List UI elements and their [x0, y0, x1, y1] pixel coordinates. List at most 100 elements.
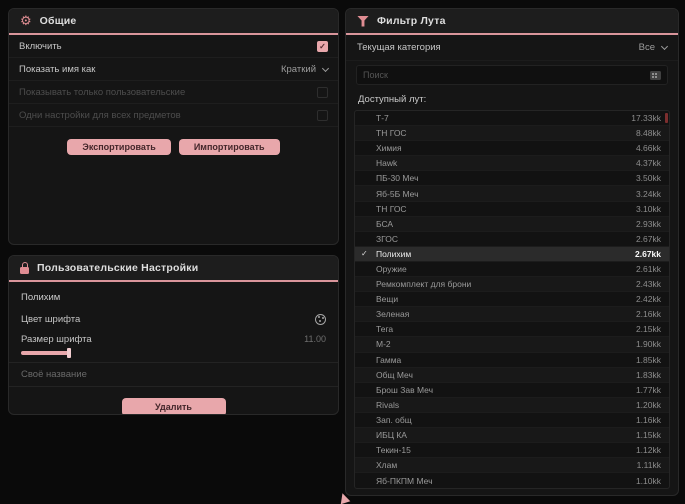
loot-item-row[interactable]: ИБЦ КА 1.15kk	[355, 427, 669, 444]
loot-item-row[interactable]: Текин-15 1.12kk	[355, 443, 669, 459]
loot-item-row[interactable]: ТН ГОС 3.10kk	[355, 202, 669, 217]
font-size-label: Размер шрифта	[21, 333, 92, 345]
loot-item-name: Яб-5Б Меч	[376, 188, 419, 199]
loot-item-name: ИБЦ КА	[376, 430, 407, 441]
setting-row[interactable]: Одни настройки для всех предметов	[9, 104, 338, 127]
export-button[interactable]: Экспортировать	[67, 139, 171, 155]
loot-item-row[interactable]: Вещи 2.42kk	[355, 292, 669, 308]
loot-item-value: 2.93kk	[635, 218, 661, 229]
loot-item-row[interactable]: Хлам 1.11kk	[355, 458, 669, 474]
checkbox[interactable]	[317, 109, 328, 121]
custom-name-input[interactable]	[9, 363, 338, 387]
loot-item-row[interactable]: ТН ГОС 8.48kk	[355, 126, 669, 142]
general-buttons-row: Экспортировать Импортировать	[9, 139, 338, 155]
loot-item-row[interactable]: Яб-ПКПМ Меч 1.10kk	[355, 473, 669, 488]
loot-item-value: 1.16kk	[635, 414, 661, 425]
loot-item-value: 1.12kk	[635, 445, 661, 456]
delete-button[interactable]: Удалить	[121, 398, 226, 414]
setting-label: Показать имя как	[19, 63, 96, 75]
keyboard-icon[interactable]	[650, 70, 661, 80]
loot-item-row[interactable]: Rivals 1.20kk	[355, 397, 669, 413]
import-button[interactable]: Импортировать	[178, 139, 280, 155]
setting-row[interactable]: Показывать только пользовательские	[9, 81, 338, 104]
category-value: Все	[638, 42, 655, 53]
search-input[interactable]	[363, 70, 644, 80]
loot-item-row[interactable]: М-2 1.90kk	[355, 337, 669, 353]
loot-item-value: 1.90kk	[635, 339, 661, 350]
loot-item-value: 2.16kk	[635, 309, 661, 320]
loot-item-name: Rivals	[376, 399, 400, 410]
selected-item-name: Полихим	[21, 292, 61, 303]
loot-item-value: 2.67kk	[635, 248, 661, 259]
loot-item-value: 3.10kk	[635, 203, 661, 214]
loot-item-check-icon: ✓	[361, 249, 368, 259]
setting-row[interactable]: Показать имя как Краткий	[9, 58, 338, 81]
loot-item-value: 4.37kk	[635, 158, 661, 169]
slider-thumb[interactable]	[67, 348, 71, 358]
loot-item-name: Брош Зав Меч	[376, 384, 434, 395]
scrollbar-thumb[interactable]	[665, 113, 668, 123]
setting-label: Показывать только пользовательские	[19, 86, 186, 98]
loot-item-name: БСА	[376, 218, 394, 229]
loot-item-row[interactable]: Оружие 2.61kk	[355, 262, 669, 278]
loot-item-name: Гамма	[376, 354, 402, 365]
loot-item-row[interactable]: Химия 4.66kk	[355, 141, 669, 157]
loot-item-value: 2.42kk	[635, 294, 661, 305]
loot-filter-panel: Фильтр Лута Текущая категория Все Доступ…	[345, 8, 679, 496]
font-size-value: 11.00	[304, 334, 326, 344]
loot-list-label: Доступный лут:	[358, 94, 427, 105]
loot-item-value: 2.61kk	[635, 263, 661, 274]
category-select[interactable]: Все	[638, 42, 669, 53]
select-value: Краткий	[280, 63, 316, 75]
setting-label: Одни настройки для всех предметов	[19, 109, 181, 121]
chevron-down-icon	[660, 42, 669, 51]
loot-panel-header: Фильтр Лута	[346, 9, 678, 35]
loot-item-name: ТН ГОС	[376, 203, 407, 214]
loot-item-value: 1.85kk	[635, 354, 661, 365]
loot-item-row[interactable]: Hawk 4.37kk	[355, 156, 669, 172]
general-settings-panel: ⚙ Общие Включить ✓ Показать имя как Крат…	[8, 8, 339, 245]
setting-row[interactable]: Включить ✓	[9, 35, 338, 58]
loot-item-row[interactable]: ✓ Полихим 2.67kk	[355, 246, 669, 262]
loot-item-name: Т-7	[376, 113, 389, 124]
loot-item-value: 2.67kk	[635, 233, 661, 244]
loot-list: Т-7 17.33kk ТН ГОС 8.48kk Химия 4.66kk H…	[354, 110, 670, 490]
loot-item-row[interactable]: Зап. общ 1.16kk	[355, 413, 669, 428]
loot-panel-title: Фильтр Лута	[377, 15, 446, 27]
loot-item-row[interactable]: ЗГОС 2.67kk	[355, 232, 669, 247]
select[interactable]: Краткий	[280, 63, 330, 75]
loot-item-row[interactable]: Брош Зав Меч 1.77kk	[355, 383, 669, 398]
font-color-row[interactable]: Цвет шрифта	[9, 309, 338, 329]
checkbox[interactable]: ✓	[317, 40, 328, 52]
loot-item-name: ЗГОС	[376, 233, 399, 244]
loot-item-row[interactable]: Т-7 17.33kk	[355, 111, 669, 127]
loot-item-name: Зеленая	[376, 309, 410, 320]
loot-item-name: Химия	[376, 143, 402, 154]
loot-item-value: 8.48kk	[635, 128, 661, 139]
loot-item-row[interactable]: Зеленая 2.16kk	[355, 307, 669, 323]
loot-item-name: Тега	[376, 324, 394, 335]
loot-item-row[interactable]: ПБ-30 Меч 3.50kk	[355, 171, 669, 187]
loot-item-row[interactable]: Тега 2.15kk	[355, 322, 669, 338]
palette-icon[interactable]	[315, 313, 326, 325]
checkbox[interactable]	[317, 86, 328, 98]
font-size-row: Размер шрифта 11.00	[9, 329, 338, 349]
loot-item-value: 3.24kk	[635, 188, 661, 199]
setting-label: Включить	[19, 40, 62, 52]
category-row: Текущая категория Все	[346, 35, 678, 61]
loot-item-value: 1.20kk	[635, 399, 661, 410]
loot-item-row[interactable]: Общ Меч 1.83kk	[355, 367, 669, 383]
loot-item-row[interactable]: БСА 2.93kk	[355, 216, 669, 232]
font-color-label: Цвет шрифта	[21, 313, 81, 325]
loot-item-name: Общ Меч	[376, 369, 413, 380]
loot-item-name: Хлам	[376, 460, 398, 471]
loot-item-value: 1.10kk	[635, 475, 661, 486]
loot-item-value: 1.11kk	[636, 460, 661, 471]
general-rows: Включить ✓ Показать имя как Краткий Пока…	[9, 35, 338, 127]
font-size-slider[interactable]	[21, 348, 71, 358]
search-box[interactable]	[356, 65, 668, 85]
loot-item-row[interactable]: Яб-5Б Меч 3.24kk	[355, 186, 669, 202]
loot-item-row[interactable]: Гамма 1.85kk	[355, 353, 669, 368]
loot-item-name: Ремкомплект для брони	[376, 279, 472, 290]
loot-item-row[interactable]: Ремкомплект для брони 2.43kk	[355, 277, 669, 293]
